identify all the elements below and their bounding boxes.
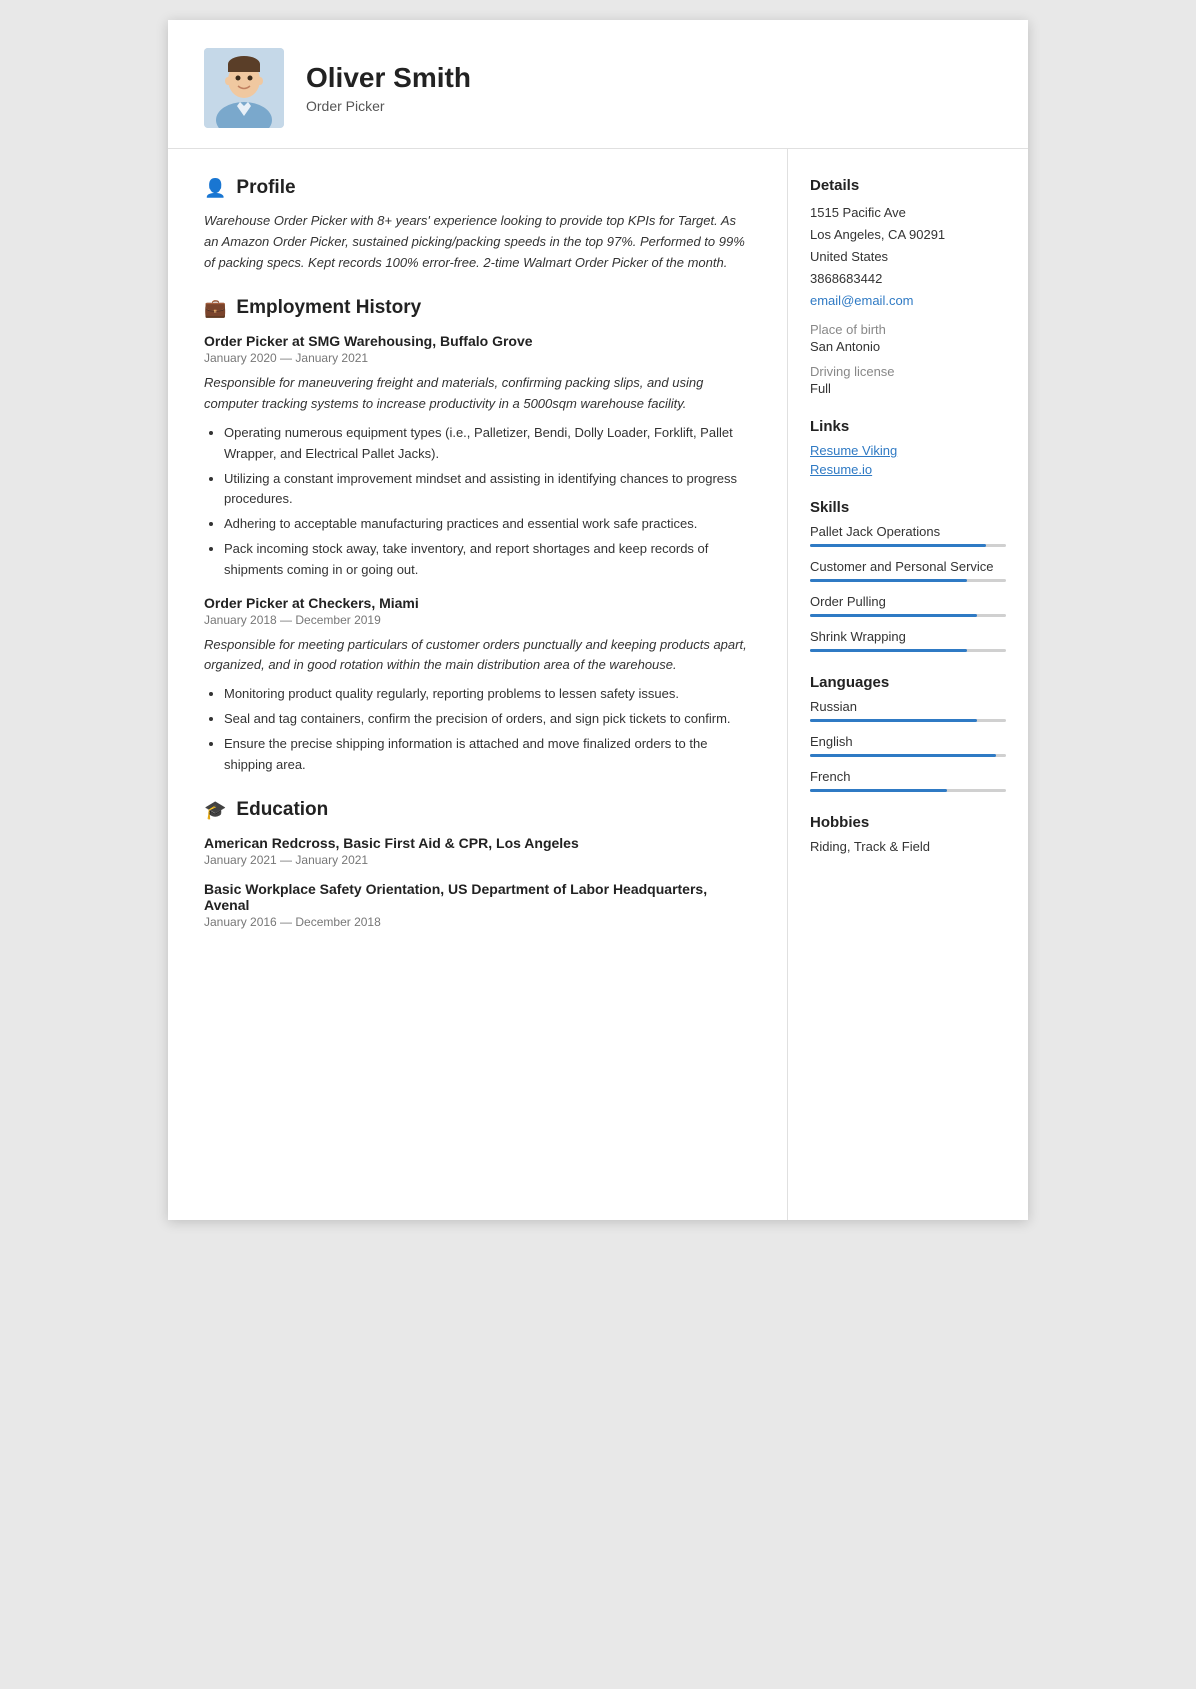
job-2-title: Order Picker at Checkers, Miami (204, 595, 751, 611)
list-item: Pack incoming stock away, take inventory… (224, 539, 751, 581)
candidate-name: Oliver Smith (306, 62, 471, 94)
lang-3-name: French (810, 769, 1006, 784)
edu-2-dates: January 2016 — December 2018 (204, 915, 751, 929)
details-license-value: Full (810, 381, 1006, 396)
skill-4: Shrink Wrapping (810, 629, 1006, 652)
details-pob-label: Place of birth (810, 322, 1006, 337)
resume-body: 👤 Profile Warehouse Order Picker with 8+… (168, 149, 1028, 1220)
skill-1-fill (810, 544, 986, 547)
list-item: Adhering to acceptable manufacturing pra… (224, 514, 751, 535)
right-column: Details 1515 Pacific Ave Los Angeles, CA… (788, 149, 1028, 1220)
skill-4-bar (810, 649, 1006, 652)
lang-2-bar (810, 754, 1006, 757)
skill-2-fill (810, 579, 967, 582)
hobbies-section-title: Hobbies (810, 814, 1006, 831)
lang-2-name: English (810, 734, 1006, 749)
edu-1-title: American Redcross, Basic First Aid & CPR… (204, 835, 751, 851)
edu-1: American Redcross, Basic First Aid & CPR… (204, 835, 751, 867)
skill-1-name: Pallet Jack Operations (810, 524, 1006, 539)
details-address-2: Los Angeles, CA 90291 (810, 224, 1006, 246)
skill-3-bar (810, 614, 1006, 617)
skill-2: Customer and Personal Service (810, 559, 1006, 582)
lang-1: Russian (810, 699, 1006, 722)
skill-3-fill (810, 614, 977, 617)
avatar (204, 48, 284, 128)
skill-4-fill (810, 649, 967, 652)
profile-icon: 👤 (204, 178, 226, 199)
details-pob-value: San Antonio (810, 339, 1006, 354)
resume-header: Oliver Smith Order Picker (168, 20, 1028, 149)
details-country: United States (810, 246, 1006, 268)
job-2-bullets: Monitoring product quality regularly, re… (204, 684, 751, 775)
skill-1: Pallet Jack Operations (810, 524, 1006, 547)
details-license-label: Driving license (810, 364, 1006, 379)
employment-section-title: 💼 Employment History (204, 297, 751, 319)
edu-2: Basic Workplace Safety Orientation, US D… (204, 881, 751, 929)
header-info: Oliver Smith Order Picker (306, 62, 471, 114)
candidate-job-title: Order Picker (306, 98, 471, 114)
skill-3: Order Pulling (810, 594, 1006, 617)
lang-3-fill (810, 789, 947, 792)
details-phone: 3868683442 (810, 268, 1006, 290)
edu-2-title: Basic Workplace Safety Orientation, US D… (204, 881, 751, 913)
hobbies-text: Riding, Track & Field (810, 839, 1006, 854)
job-1-bullets: Operating numerous equipment types (i.e.… (204, 423, 751, 581)
link-1[interactable]: Resume Viking (810, 443, 1006, 458)
job-2-desc: Responsible for meeting particulars of c… (204, 635, 751, 677)
details-address-1: 1515 Pacific Ave (810, 202, 1006, 224)
link-2[interactable]: Resume.io (810, 462, 1006, 477)
education-icon: 🎓 (204, 800, 226, 821)
skill-2-name: Customer and Personal Service (810, 559, 1006, 574)
list-item: Monitoring product quality regularly, re… (224, 684, 751, 705)
job-1-title: Order Picker at SMG Warehousing, Buffalo… (204, 333, 751, 349)
languages-section-title: Languages (810, 674, 1006, 691)
edu-1-dates: January 2021 — January 2021 (204, 853, 751, 867)
lang-2: English (810, 734, 1006, 757)
job-1-dates: January 2020 — January 2021 (204, 351, 751, 365)
resume-wrapper: Oliver Smith Order Picker 👤 Profile Ware… (168, 20, 1028, 1220)
profile-text: Warehouse Order Picker with 8+ years' ex… (204, 211, 751, 273)
details-email: email@email.com (810, 290, 1006, 312)
list-item: Operating numerous equipment types (i.e.… (224, 423, 751, 465)
links-section-title: Links (810, 418, 1006, 435)
list-item: Ensure the precise shipping information … (224, 734, 751, 776)
skills-section-title: Skills (810, 499, 1006, 516)
lang-1-name: Russian (810, 699, 1006, 714)
skill-1-bar (810, 544, 1006, 547)
lang-3: French (810, 769, 1006, 792)
education-section-title: 🎓 Education (204, 799, 751, 821)
skill-3-name: Order Pulling (810, 594, 1006, 609)
skill-4-name: Shrink Wrapping (810, 629, 1006, 644)
job-2: Order Picker at Checkers, Miami January … (204, 595, 751, 776)
skill-2-bar (810, 579, 1006, 582)
left-column: 👤 Profile Warehouse Order Picker with 8+… (168, 149, 788, 1220)
lang-2-fill (810, 754, 996, 757)
lang-1-bar (810, 719, 1006, 722)
job-1: Order Picker at SMG Warehousing, Buffalo… (204, 333, 751, 580)
list-item: Utilizing a constant improvement mindset… (224, 469, 751, 511)
lang-3-bar (810, 789, 1006, 792)
job-1-desc: Responsible for maneuvering freight and … (204, 373, 751, 415)
profile-section-title: 👤 Profile (204, 177, 751, 199)
list-item: Seal and tag containers, confirm the pre… (224, 709, 751, 730)
lang-1-fill (810, 719, 977, 722)
employment-icon: 💼 (204, 298, 226, 319)
job-2-dates: January 2018 — December 2019 (204, 613, 751, 627)
details-section-title: Details (810, 177, 1006, 194)
